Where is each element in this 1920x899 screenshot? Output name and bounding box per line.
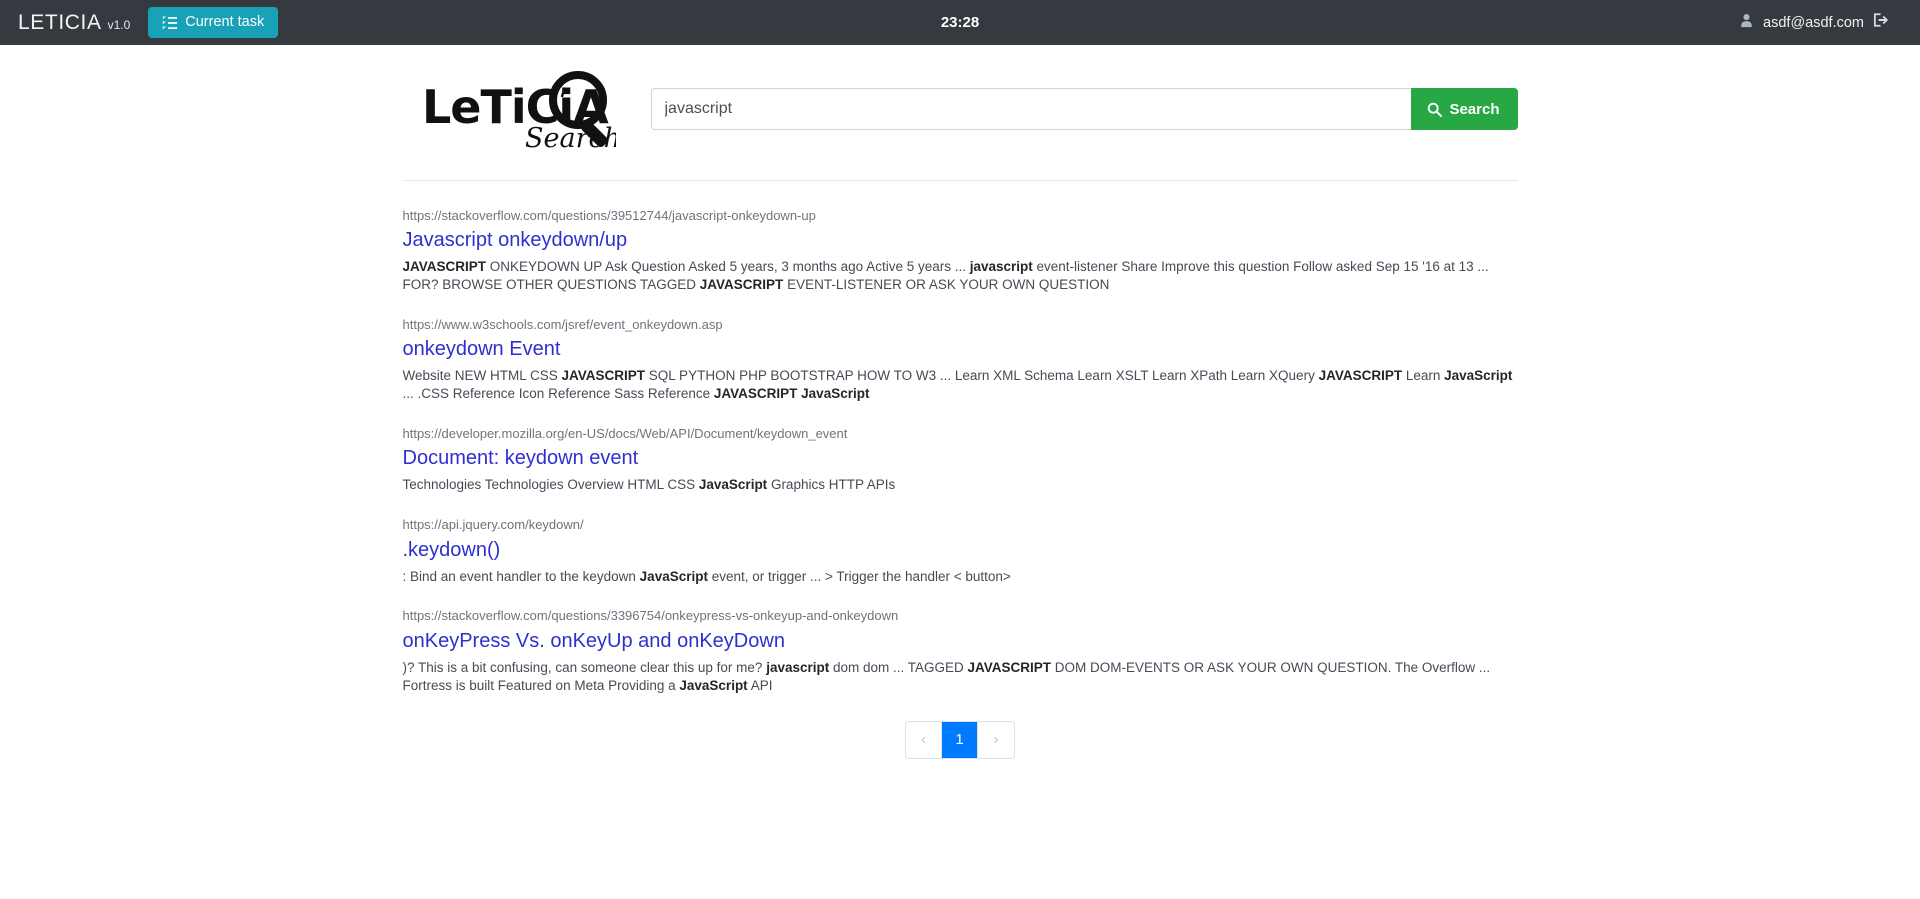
search-results-container: https://stackoverflow.com/questions/3951… [402,151,1518,789]
current-task-button[interactable]: Current task [148,7,279,38]
result-title-link[interactable]: .keydown() [403,536,1518,565]
result-snippet: Technologies Technologies Overview HTML … [402,477,896,493]
result-title-link[interactable]: Document: keydown event [403,444,1518,473]
result-title-link[interactable]: Javascript onkeydown/up [403,226,1518,255]
search-form: Search [650,88,1518,130]
navbar-user-area: asdf@asdf.com [1739,12,1904,33]
leticia-search-logo: LeTiCiA Search [403,67,633,151]
result-title-link[interactable]: onKeyPress Vs. onKeyUp and onKeyDown [403,627,1518,656]
result-snippet: JAVASCRIPT ONKEYDOWN UP Ask Question Ask… [402,259,1489,293]
search-result-item: https://api.jquery.com/keydown/ .keydown(… [403,516,1518,585]
pagination: ‹ 1 › [905,720,1015,759]
search-header: LeTiCiA Search Search [0,45,1920,151]
search-result-item: https://developer.mozilla.org/en-US/docs… [403,425,1518,494]
result-url: https://www.w3schools.com/jsref/event_on… [402,317,723,333]
pagination-wrapper: ‹ 1 › [403,720,1518,789]
brand-link[interactable]: LETICIA v1.0 [18,11,130,35]
result-snippet: Website NEW HTML CSS JAVASCRIPT SQL PYTH… [402,368,1513,402]
current-task-label: Current task [185,14,265,31]
result-title-link[interactable]: onkeydown Event [403,335,1518,364]
svg-text:Search: Search [525,123,616,151]
result-url: https://stackoverflow.com/questions/3396… [402,608,899,624]
user-email: asdf@asdf.com [1763,14,1864,31]
result-snippet: : Bind an event handler to the keydown J… [402,568,1011,584]
brand-name: LETICIA [18,10,102,34]
search-input[interactable] [650,88,1412,130]
logout-icon[interactable] [1873,12,1890,33]
result-url: https://api.jquery.com/keydown/ [402,517,584,533]
pagination-page-1[interactable]: 1 [942,721,978,758]
task-list-icon [162,15,178,30]
result-url: https://developer.mozilla.org/en-US/docs… [402,426,848,442]
brand-version: v1.0 [107,17,131,32]
result-snippet: )? This is a bit confusing, can someone … [402,659,1491,693]
pagination-next[interactable]: › [978,721,1014,758]
top-navbar: LETICIA v1.0 Current task 23:28 asdf@asd… [0,0,1920,45]
pagination-prev[interactable]: ‹ [906,721,942,758]
search-button-label: Search [1449,100,1500,118]
clock: 23:28 [940,13,980,31]
result-url: https://stackoverflow.com/questions/3951… [402,208,816,223]
search-result-item: https://stackoverflow.com/questions/3396… [403,607,1518,694]
search-button[interactable]: Search [1411,88,1518,130]
search-result-item: https://www.w3schools.com/jsref/event_on… [403,316,1518,403]
results-divider [402,180,1518,181]
search-icon [1427,102,1443,117]
search-result-item: https://stackoverflow.com/questions/3951… [403,207,1518,294]
results-list: https://stackoverflow.com/questions/3951… [403,207,1518,695]
user-icon [1739,13,1754,33]
